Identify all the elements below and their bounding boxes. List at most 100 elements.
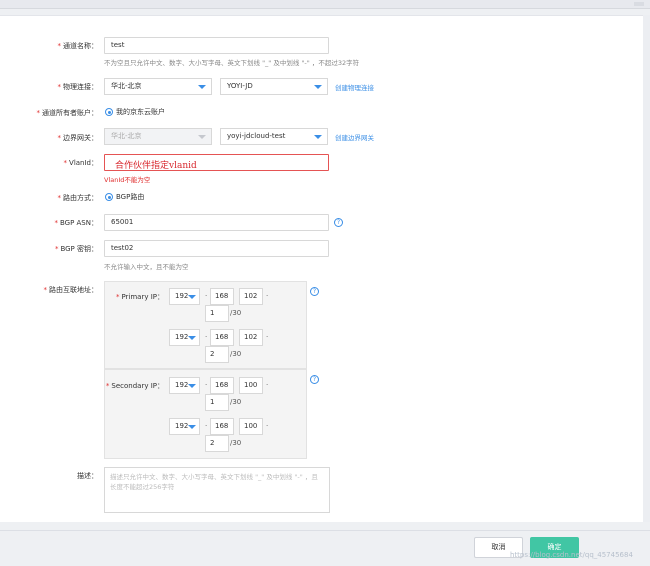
- ip-dot: ·: [266, 333, 269, 341]
- ip-octet4-input[interactable]: 2: [205, 346, 229, 363]
- required-mark: *: [57, 83, 62, 91]
- border-gateway-label-text: 边界网关：: [63, 134, 98, 142]
- bgp-routing-option[interactable]: BGP路由: [116, 192, 144, 202]
- owner-account-label-text: 通道所有者账户：: [42, 109, 98, 117]
- bgp-key-input[interactable]: test02: [104, 240, 329, 257]
- description-textarea[interactable]: 描述只允许中文、数字、大小写字母、英文下划线 "_" 及中划线 "-" ，且 长…: [104, 467, 330, 513]
- ip-octet4-input[interactable]: 1: [205, 305, 229, 322]
- channel-name-label-text: 通道名称：: [63, 42, 98, 50]
- ip-octet3-input[interactable]: 100: [239, 418, 263, 435]
- required-mark: *: [57, 42, 62, 50]
- required-mark: *: [54, 245, 59, 253]
- bgp-asn-label: * BGP ASN：: [0, 218, 98, 228]
- ip-octet3-input[interactable]: 100: [239, 377, 263, 394]
- channel-name-label: * 通道名称：: [0, 41, 99, 51]
- ip-dot: ·: [266, 292, 269, 300]
- border-gateway-value: yoyi-jdcloud-test: [227, 132, 286, 140]
- chevron-down-icon: [198, 135, 206, 139]
- required-mark: *: [43, 286, 48, 294]
- octet-value: 192: [175, 333, 189, 341]
- ip-mask: /30: [230, 350, 242, 358]
- gateway-region-select: 华北-北京: [104, 128, 212, 145]
- physical-region-select[interactable]: 华北-北京: [104, 78, 212, 95]
- vlanid-label: * VlanId：: [0, 158, 98, 168]
- ip-octet4-input[interactable]: 1: [205, 394, 229, 411]
- required-mark: *: [57, 194, 62, 202]
- ip-octet2-input[interactable]: 168: [210, 329, 234, 346]
- required-mark: *: [36, 109, 41, 117]
- description-placeholder-line1: 描述只允许中文、数字、大小写字母、英文下划线 "_" 及中划线 "-" ，且: [110, 473, 318, 481]
- vlanid-label-text: VlanId：: [69, 159, 98, 167]
- chevron-down-icon: [314, 85, 322, 89]
- chevron-down-icon: [188, 336, 196, 340]
- physical-connection-select[interactable]: YOYI-JD: [220, 78, 328, 95]
- ip-mask: /30: [230, 398, 242, 406]
- border-gateway-select[interactable]: yoyi-jdcloud-test: [220, 128, 328, 145]
- ip-dot: ·: [205, 381, 208, 389]
- octet-value: 192: [175, 422, 189, 430]
- description-placeholder-line2: 长度不能超过256字符: [110, 483, 175, 491]
- octet-value: 192: [175, 292, 189, 300]
- ip-dot: ·: [266, 422, 269, 430]
- ip-octet4-input[interactable]: 2: [205, 435, 229, 452]
- chevron-down-icon: [188, 425, 196, 429]
- scrollbar[interactable]: [643, 15, 650, 522]
- channel-name-input[interactable]: test: [104, 37, 329, 54]
- physical-connection-value: YOYI-JD: [227, 82, 253, 90]
- required-mark: *: [57, 134, 62, 142]
- routing-mode-label-text: 路由方式：: [63, 194, 98, 202]
- bgp-key-label-text: BGP 密钥：: [60, 245, 98, 253]
- owner-account-label: * 通道所有者账户：: [0, 108, 99, 118]
- physical-connection-label: * 物理连接：: [0, 82, 99, 92]
- ip-octet2-input[interactable]: 168: [210, 288, 234, 305]
- required-mark: *: [63, 159, 68, 167]
- ip-octet2-input[interactable]: 168: [210, 418, 234, 435]
- vlanid-annotation: 合作伙伴指定vlanid: [115, 161, 197, 171]
- ip-dot: ·: [205, 292, 208, 300]
- bgp-routing-radio[interactable]: [105, 193, 113, 201]
- bgp-key-label: * BGP 密钥：: [0, 244, 98, 254]
- chevron-down-icon: [188, 295, 196, 299]
- ip-octet2-input[interactable]: 168: [210, 377, 234, 394]
- help-icon[interactable]: ?: [310, 375, 319, 384]
- secondary-ip-label: * Secondary IP：: [66, 381, 164, 391]
- owner-account-option[interactable]: 我的京东云账户: [116, 107, 165, 117]
- channel-name-hint: 不为空且只允许中文、数字、大小写字母、英文下划线 "_" 及中划线 "-" ，不…: [104, 59, 360, 67]
- required-mark: *: [54, 219, 58, 227]
- ip-dot: ·: [266, 381, 269, 389]
- routing-mode-label: * 路由方式：: [0, 193, 99, 203]
- ip-mask: /30: [230, 439, 242, 447]
- bgp-asn-input[interactable]: 65001: [104, 214, 329, 231]
- primary-ip-label: * Primary IP：: [66, 292, 164, 302]
- create-border-gateway-link[interactable]: 创建边界网关: [335, 132, 374, 142]
- top-bar-control[interactable]: [634, 2, 644, 6]
- ip-octet1-select[interactable]: 192: [169, 329, 200, 346]
- ip-octet1-select[interactable]: 192: [169, 418, 200, 435]
- description-label: 描述：: [77, 472, 98, 480]
- physical-region-value: 华北-北京: [111, 82, 142, 90]
- watermark: https://blog.csdn.net/qq_45745684: [510, 551, 633, 559]
- vlanid-error: VlanId不能为空: [104, 176, 151, 184]
- required-mark: *: [115, 293, 120, 301]
- ip-octet1-select[interactable]: 192: [169, 377, 200, 394]
- gateway-region-value: 华北-北京: [111, 132, 142, 140]
- bgp-key-hint: 不允许输入中文，且不能为空: [104, 263, 189, 271]
- border-gateway-label: * 边界网关：: [0, 133, 99, 143]
- help-icon[interactable]: ?: [334, 218, 343, 227]
- ip-octet3-input[interactable]: 102: [239, 329, 263, 346]
- ip-mask: /30: [230, 309, 242, 317]
- chevron-down-icon: [314, 135, 322, 139]
- chevron-down-icon: [198, 85, 206, 89]
- window-top-bar: [0, 0, 650, 9]
- primary-ip-label-text: Primary IP：: [121, 293, 164, 301]
- physical-connection-label-text: 物理连接：: [63, 83, 98, 91]
- bgp-asn-label-text: BGP ASN：: [59, 219, 98, 227]
- ip-octet1-select[interactable]: 192: [169, 288, 200, 305]
- ip-octet3-input[interactable]: 102: [239, 288, 263, 305]
- secondary-ip-label-text: Secondary IP：: [111, 382, 164, 390]
- help-icon[interactable]: ?: [310, 287, 319, 296]
- required-mark: *: [105, 382, 110, 390]
- ip-dot: ·: [205, 333, 208, 341]
- owner-account-radio[interactable]: [105, 108, 113, 116]
- create-physical-connection-link[interactable]: 创建物理连接: [335, 82, 374, 92]
